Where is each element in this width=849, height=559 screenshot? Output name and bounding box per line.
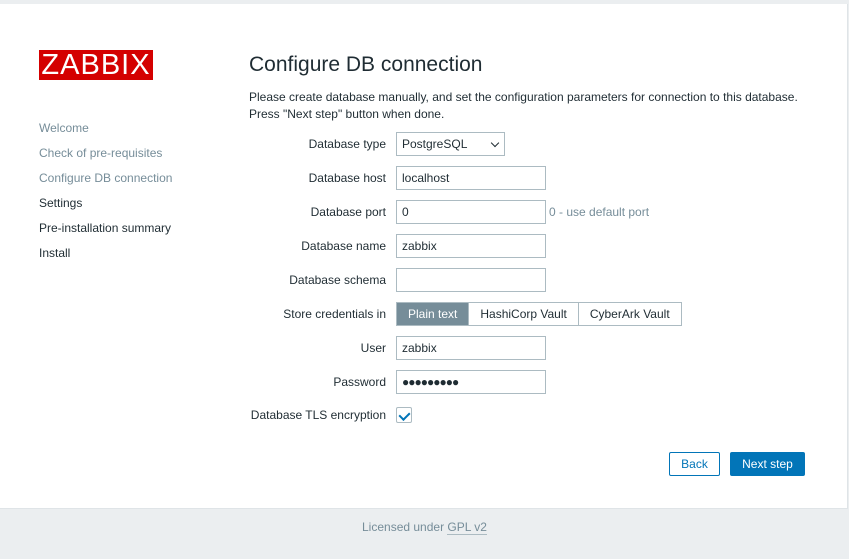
label: Database port xyxy=(310,205,386,219)
back-button[interactable]: Back xyxy=(669,452,720,476)
description-line: Press "Next step" button when done. xyxy=(249,107,445,121)
row-db-port: Database port 0 0 - use default port xyxy=(0,200,848,224)
db-schema-input[interactable] xyxy=(396,268,546,292)
label: Database TLS encryption xyxy=(250,408,386,422)
option-cyberark-vault[interactable]: CyberArk Vault xyxy=(577,303,681,325)
label: Database name xyxy=(301,239,386,253)
row-db-type: Database type PostgreSQL xyxy=(0,132,848,156)
db-host-input[interactable]: localhost xyxy=(396,166,546,190)
page-title: Configure DB connection xyxy=(249,53,483,76)
option-plain-text[interactable]: Plain text xyxy=(397,303,469,325)
db-name-input[interactable]: zabbix xyxy=(396,234,546,258)
option-hashicorp-vault[interactable]: HashiCorp Vault xyxy=(468,303,577,325)
label: Database type xyxy=(308,137,386,151)
store-credentials-toggle: Plain text HashiCorp Vault CyberArk Vaul… xyxy=(396,302,682,326)
row-db-name: Database name zabbix xyxy=(0,234,848,258)
description-line: Please create database manually, and set… xyxy=(249,90,798,104)
db-type-select[interactable]: PostgreSQL xyxy=(396,132,505,156)
chevron-down-icon xyxy=(490,138,500,148)
label: User xyxy=(360,341,386,355)
next-step-button[interactable]: Next step xyxy=(730,452,805,476)
page-description: Please create database manually, and set… xyxy=(249,89,798,123)
password-input[interactable]: ●●●●●●●●● xyxy=(396,370,546,394)
row-tls: Database TLS encryption xyxy=(0,403,848,427)
row-db-host: Database host localhost xyxy=(0,166,848,190)
row-user: User zabbix xyxy=(0,336,848,360)
footer-text: Licensed under xyxy=(362,520,448,534)
user-input[interactable]: zabbix xyxy=(396,336,546,360)
label: Store credentials in xyxy=(283,307,386,321)
label: Database schema xyxy=(289,273,386,287)
zabbix-logo: ZABBIX xyxy=(39,50,153,80)
label: Database host xyxy=(308,171,386,185)
db-port-input[interactable]: 0 xyxy=(396,200,546,224)
tls-checkbox[interactable] xyxy=(396,407,412,423)
select-value: PostgreSQL xyxy=(402,137,468,151)
port-hint: 0 - use default port xyxy=(549,205,650,219)
row-store-credentials: Store credentials in Plain text HashiCor… xyxy=(0,302,848,326)
row-db-schema: Database schema xyxy=(0,268,848,292)
gpl-link[interactable]: GPL v2 xyxy=(447,520,487,535)
label: Password xyxy=(333,375,386,389)
row-password: Password ●●●●●●●●● xyxy=(0,370,848,394)
footer: Licensed under GPL v2 xyxy=(0,520,849,535)
